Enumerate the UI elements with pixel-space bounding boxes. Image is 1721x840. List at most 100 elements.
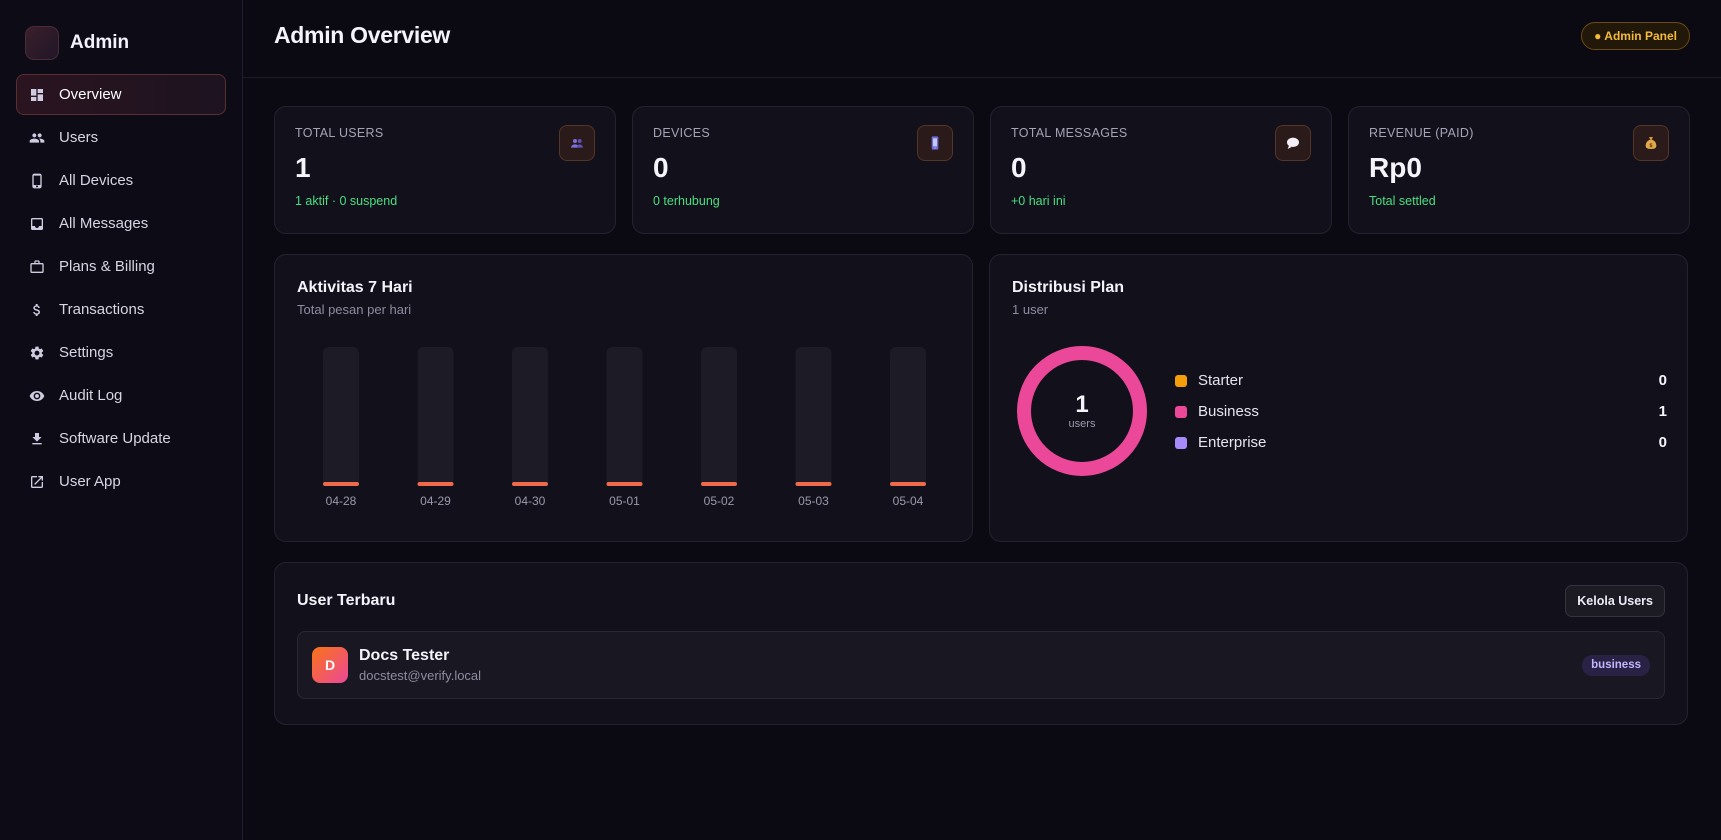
- donut-total-label: users: [1068, 417, 1096, 430]
- stat-card-devices: DEVICES 0 0 terhubung: [632, 106, 974, 234]
- sidebar-item-label: Software Update: [59, 430, 171, 447]
- legend-value: 0: [1658, 372, 1667, 389]
- charts-row: Aktivitas 7 Hari Total pesan per hari 04…: [274, 254, 1690, 542]
- sidebar-item-plans-billing[interactable]: Plans & Billing: [16, 246, 226, 287]
- bar-05-04[interactable]: [890, 482, 926, 486]
- page-title: Admin Overview: [274, 22, 451, 48]
- users-icon: [559, 125, 595, 161]
- legend-item-starter: Starter 0: [1175, 365, 1667, 396]
- manage-users-button[interactable]: Kelola Users: [1565, 585, 1665, 617]
- sidebar-item-settings[interactable]: Settings: [16, 332, 226, 373]
- plan-distribution-card: Distribusi Plan 1 user 1 users Starter 0…: [989, 254, 1688, 542]
- bar-05-03[interactable]: [795, 482, 832, 486]
- sidebar-item-label: All Messages: [59, 215, 149, 232]
- legend-color-swatch: [1175, 405, 1187, 418]
- sidebar-item-overview[interactable]: Overview: [16, 74, 226, 115]
- stat-sub: 1 aktif · 0 suspend: [295, 194, 398, 208]
- activity-bar-chart: 04-28 04-29 04-30 05-01 05-02 05-03 05-04: [323, 347, 926, 508]
- stat-value: 1: [295, 152, 311, 183]
- chat-bubble-icon: [1275, 125, 1311, 161]
- stat-sub: 0 terhubung: [653, 194, 720, 208]
- x-tick-label: 05-03: [798, 494, 829, 508]
- bar-track: [606, 347, 643, 486]
- brand[interactable]: Admin: [25, 26, 226, 60]
- sidebar-item-users[interactable]: Users: [16, 117, 226, 158]
- phone-icon: [29, 173, 45, 189]
- bar-04-29[interactable]: [417, 482, 454, 486]
- user-email: docstest@verify.local: [359, 668, 482, 683]
- bar-04-30[interactable]: [512, 482, 548, 486]
- bar-04-28[interactable]: [323, 482, 359, 486]
- recent-users-title: User Terbaru: [297, 592, 396, 609]
- legend-item-enterprise: Enterprise 0: [1175, 427, 1667, 458]
- legend-name: Business: [1198, 403, 1259, 420]
- phone-icon: [917, 125, 953, 161]
- sidebar-item-label: Audit Log: [59, 387, 123, 404]
- stat-value: 0: [653, 152, 669, 183]
- brand-title: Admin: [70, 32, 130, 53]
- legend-item-business: Business 1: [1175, 396, 1667, 427]
- x-tick-label: 05-02: [704, 494, 735, 508]
- gear-icon: [29, 345, 45, 361]
- sidebar-item-label: User App: [59, 473, 121, 490]
- distribution-subtitle: 1 user: [1012, 302, 1049, 317]
- bar-track: [701, 347, 737, 486]
- stat-sub: Total settled: [1369, 194, 1436, 208]
- sidebar-item-all-messages[interactable]: All Messages: [16, 203, 226, 244]
- plan-legend: Starter 0 Business 1 Enterprise 0: [1175, 365, 1667, 458]
- distribution-title: Distribusi Plan: [1012, 279, 1125, 296]
- donut-center: 1 users: [1012, 341, 1152, 481]
- svg-text:$: $: [1649, 143, 1653, 149]
- stat-value: Rp0: [1369, 152, 1422, 183]
- stat-sub: +0 hari ini: [1011, 194, 1066, 208]
- sidebar-nav: Overview Users All Devices All Messages: [16, 74, 226, 502]
- bar-track: [417, 347, 454, 486]
- legend-name: Enterprise: [1198, 434, 1267, 451]
- plan-badge: business: [1582, 654, 1650, 676]
- sidebar-item-label: Settings: [59, 344, 114, 361]
- sidebar-item-label: Overview: [59, 86, 122, 103]
- brand-logo: [25, 26, 59, 60]
- dashboard-icon: [29, 87, 45, 103]
- avatar: D: [312, 647, 348, 683]
- bar-track: [795, 347, 832, 486]
- sidebar-item-user-app[interactable]: User App: [16, 461, 226, 502]
- stat-label: DEVICES: [653, 126, 710, 140]
- bar-track: [512, 347, 548, 486]
- stat-label: REVENUE (PAID): [1369, 126, 1474, 140]
- sidebar-item-label: Users: [59, 129, 99, 146]
- sidebar-item-all-devices[interactable]: All Devices: [16, 160, 226, 201]
- sidebar-item-label: Plans & Billing: [59, 258, 155, 275]
- sidebar-item-audit-log[interactable]: Audit Log: [16, 375, 226, 416]
- admin-panel-badge: ● Admin Panel: [1581, 21, 1690, 50]
- sidebar-item-software-update[interactable]: Software Update: [16, 418, 226, 459]
- topbar: Admin Overview ● Admin Panel: [243, 0, 1721, 78]
- x-tick-label: 04-29: [420, 494, 451, 508]
- x-tick-label: 05-04: [893, 494, 924, 508]
- legend-color-swatch: [1175, 436, 1187, 449]
- activity-chart-card: Aktivitas 7 Hari Total pesan per hari 04…: [274, 254, 973, 542]
- dashboard-content: TOTAL USERS 1 1 aktif · 0 suspend DEVICE…: [243, 78, 1721, 725]
- bar-05-01[interactable]: [606, 482, 643, 486]
- legend-name: Starter: [1198, 372, 1244, 389]
- x-tick-label: 04-28: [326, 494, 357, 508]
- donut-total: 1: [1075, 390, 1089, 418]
- money-bag-icon: $: [1633, 125, 1669, 161]
- bar-track: [890, 347, 926, 486]
- stat-card-total-messages: TOTAL MESSAGES 0 +0 hari ini: [990, 106, 1332, 234]
- dollar-icon: [29, 302, 45, 318]
- legend-value: 0: [1658, 434, 1667, 451]
- eye-icon: [29, 388, 45, 404]
- stat-label: TOTAL USERS: [295, 126, 384, 140]
- bar-05-02[interactable]: [701, 482, 737, 486]
- user-row[interactable]: D Docs Tester docstest@verify.local busi…: [297, 631, 1665, 699]
- sidebar-item-transactions[interactable]: Transactions: [16, 289, 226, 330]
- recent-users-card: User Terbaru Kelola Users D Docs Tester …: [274, 562, 1688, 725]
- sidebar-item-label: All Devices: [59, 172, 134, 189]
- sidebar: Admin Overview Users All Devices All Mes…: [0, 0, 243, 840]
- download-icon: [29, 431, 45, 447]
- plan-donut-chart: 1 users: [1012, 341, 1152, 481]
- stat-label: TOTAL MESSAGES: [1011, 126, 1128, 140]
- inbox-icon: [29, 216, 45, 232]
- briefcase-icon: [29, 259, 45, 275]
